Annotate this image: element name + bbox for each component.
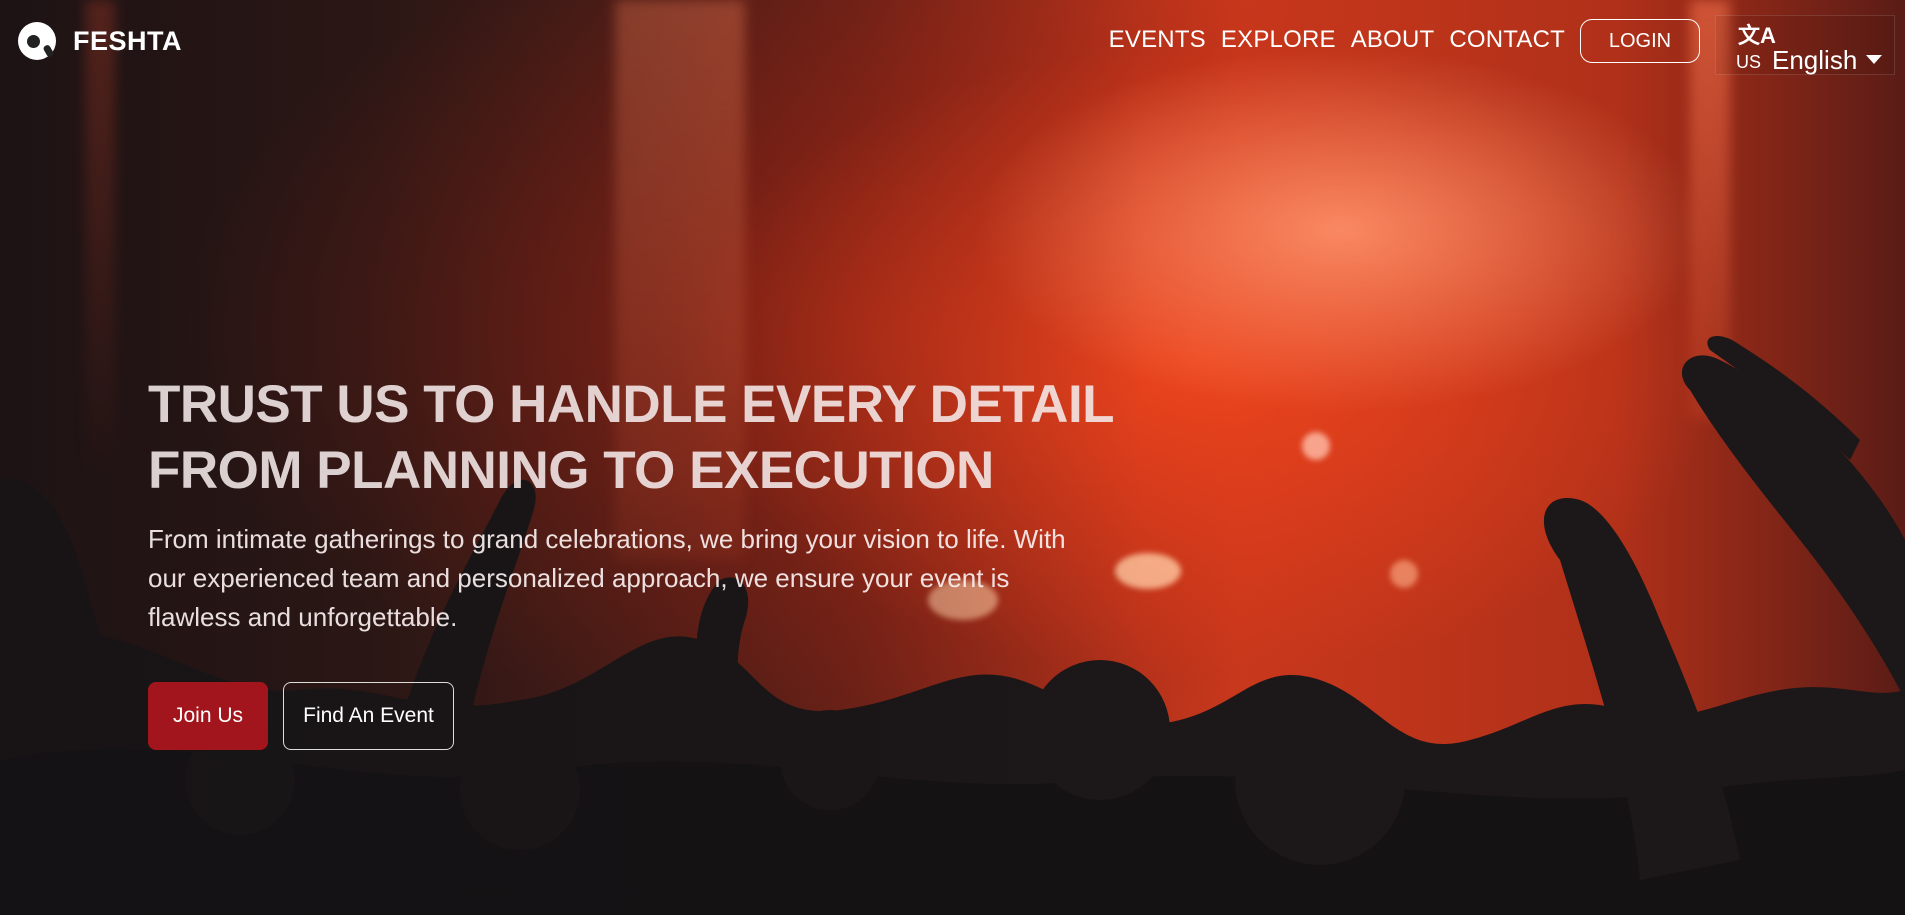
nav-links: EVENTS EXPLORE ABOUT CONTACT <box>1109 26 1565 54</box>
hero-section: FESHTA EVENTS EXPLORE ABOUT CONTACT LOGI… <box>0 0 1905 915</box>
join-us-button[interactable]: Join Us <box>148 682 268 750</box>
nav-link-explore[interactable]: EXPLORE <box>1221 26 1336 54</box>
hero-subtitle-line: From intimate gatherings to grand celebr… <box>148 524 1066 554</box>
brand[interactable]: FESHTA <box>18 22 182 60</box>
hero-subtitle: From intimate gatherings to grand celebr… <box>148 520 1148 637</box>
hero-subtitle-line: our experienced team and personalized ap… <box>148 563 1010 593</box>
hero-headline-line: FROM PLANNING TO EXECUTION <box>148 441 994 500</box>
nav-link-about[interactable]: ABOUT <box>1351 26 1435 54</box>
login-button[interactable]: LOGIN <box>1580 19 1700 63</box>
translate-icon: 文A <box>1738 23 1776 48</box>
nav-link-contact[interactable]: CONTACT <box>1449 26 1565 54</box>
hero-subtitle-line: flawless and unforgettable. <box>148 602 458 632</box>
vinyl-record-icon <box>18 22 56 60</box>
brand-name: FESHTA <box>73 25 182 56</box>
language-name: English <box>1772 45 1858 75</box>
top-navbar: FESHTA EVENTS EXPLORE ABOUT CONTACT LOGI… <box>0 0 1905 84</box>
nav-link-events[interactable]: EVENTS <box>1109 26 1206 54</box>
find-event-button[interactable]: Find An Event <box>283 682 454 750</box>
language-code: US <box>1736 52 1762 72</box>
hero-headline: TRUST US TO HANDLE EVERY DETAIL FROM PLA… <box>148 372 1148 504</box>
hero-headline-line: TRUST US TO HANDLE EVERY DETAIL <box>148 375 1115 434</box>
language-selector[interactable]: 文A US English <box>1715 15 1895 75</box>
caret-down-icon <box>1866 55 1882 64</box>
